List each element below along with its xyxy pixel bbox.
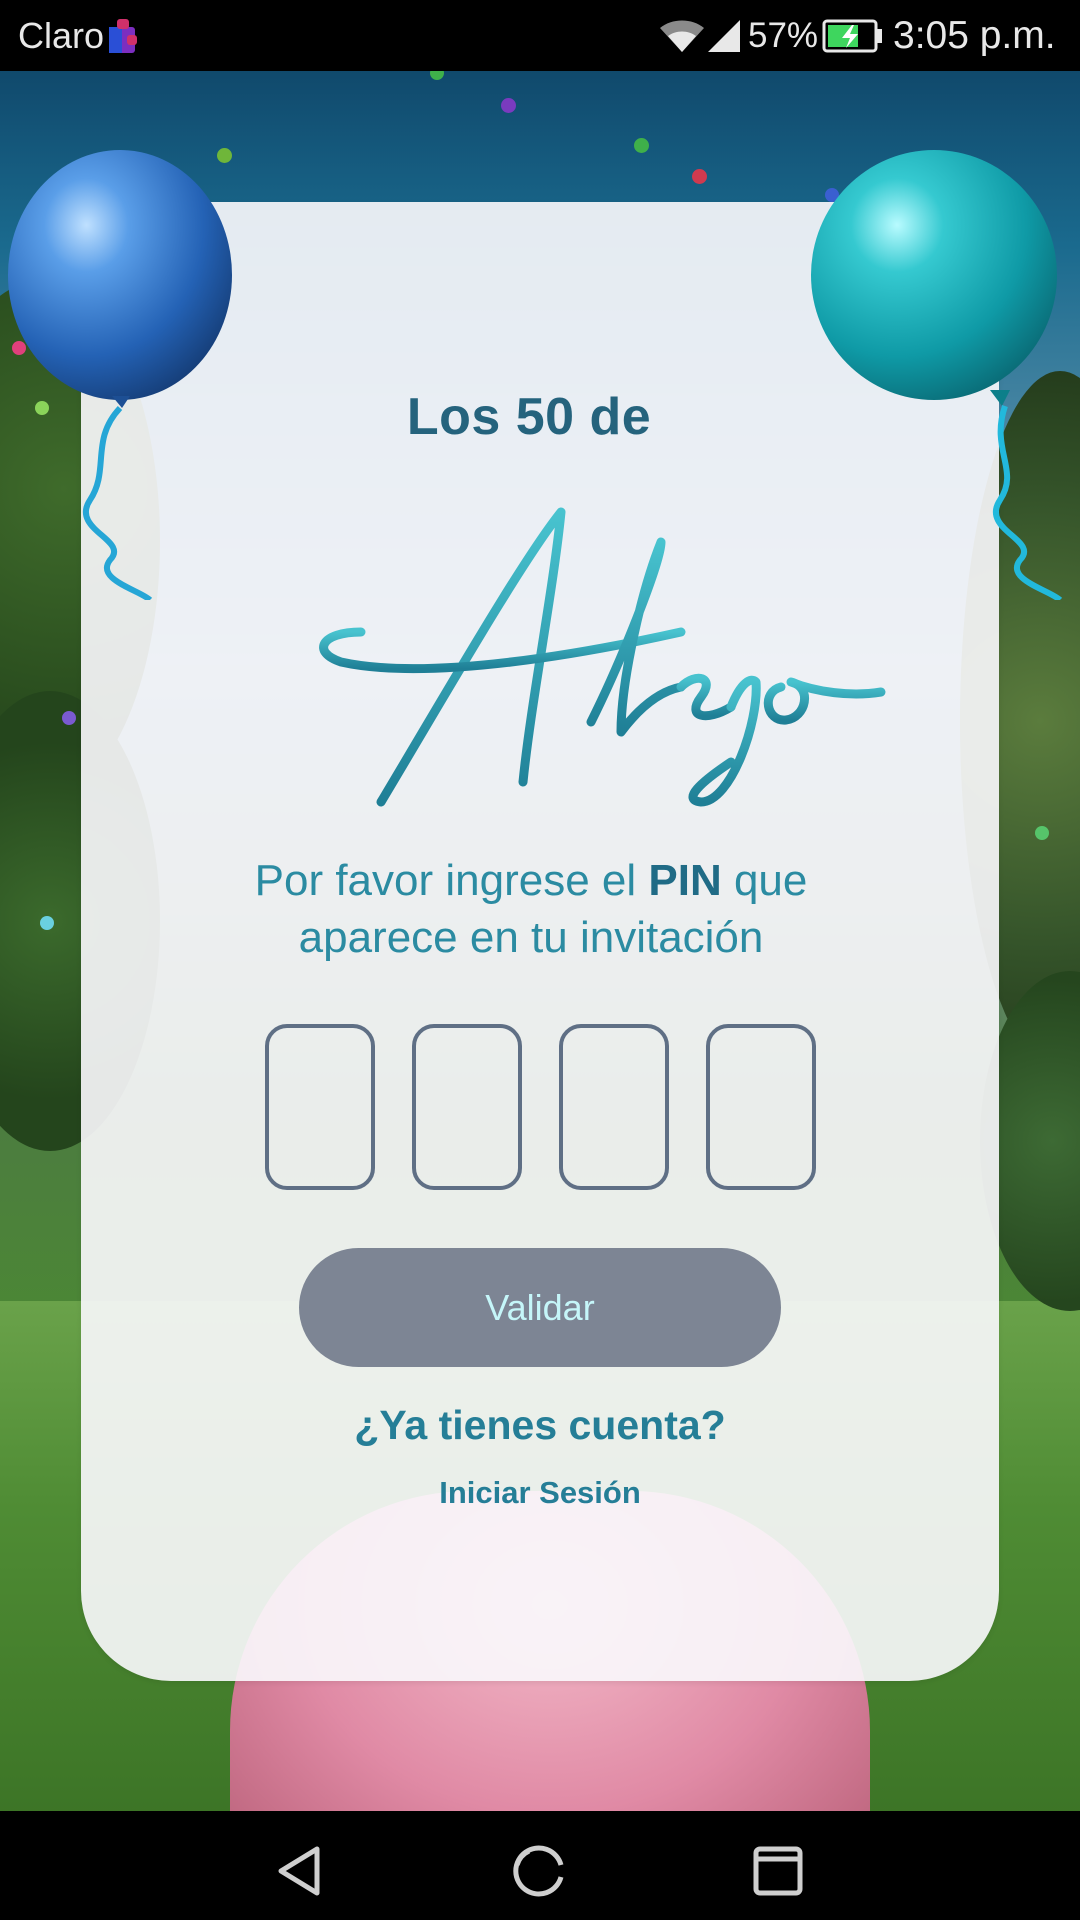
carrier-badge-icon bbox=[109, 19, 137, 53]
battery-percentage: 57% bbox=[748, 16, 819, 55]
pin-input-row bbox=[265, 1024, 825, 1190]
status-bar: Claro 57% 3:05 p.m. bbox=[0, 0, 1080, 71]
pin-digit-1[interactable] bbox=[265, 1024, 375, 1190]
confetti bbox=[62, 711, 76, 725]
pin-digit-4[interactable] bbox=[706, 1024, 816, 1190]
instructions-text: Por favor ingrese el bbox=[254, 856, 649, 905]
wifi-icon bbox=[660, 20, 704, 52]
validate-button[interactable]: Validar bbox=[299, 1248, 781, 1367]
confetti bbox=[501, 98, 516, 113]
pin-digit-2[interactable] bbox=[412, 1024, 522, 1190]
screen: Los 50 de Por favor ingrese el PIN que a… bbox=[0, 0, 1080, 1920]
pin-digit-3[interactable] bbox=[559, 1024, 669, 1190]
carrier-name: Claro bbox=[18, 15, 105, 56]
login-link[interactable]: Iniciar Sesión bbox=[81, 1475, 999, 1511]
clock: 3:05 p.m. bbox=[893, 14, 1056, 57]
confetti bbox=[634, 138, 649, 153]
pin-emphasis: PIN bbox=[648, 856, 722, 905]
back-icon[interactable] bbox=[271, 1841, 331, 1901]
battery-charging-icon bbox=[822, 19, 882, 53]
recents-icon[interactable] bbox=[748, 1841, 808, 1901]
home-icon[interactable] bbox=[509, 1841, 569, 1901]
confetti bbox=[430, 71, 444, 80]
navigation-bar bbox=[0, 1811, 1080, 1920]
confetti bbox=[692, 169, 707, 184]
pin-instructions: Por favor ingrese el PIN que aparece en … bbox=[171, 852, 891, 966]
confetti bbox=[40, 916, 54, 930]
balloon-left-icon bbox=[8, 150, 232, 600]
signal-icon bbox=[708, 20, 740, 52]
confetti bbox=[1035, 826, 1049, 840]
balloon-right-icon bbox=[811, 150, 1063, 600]
account-question: ¿Ya tienes cuenta? bbox=[354, 1402, 726, 1448]
